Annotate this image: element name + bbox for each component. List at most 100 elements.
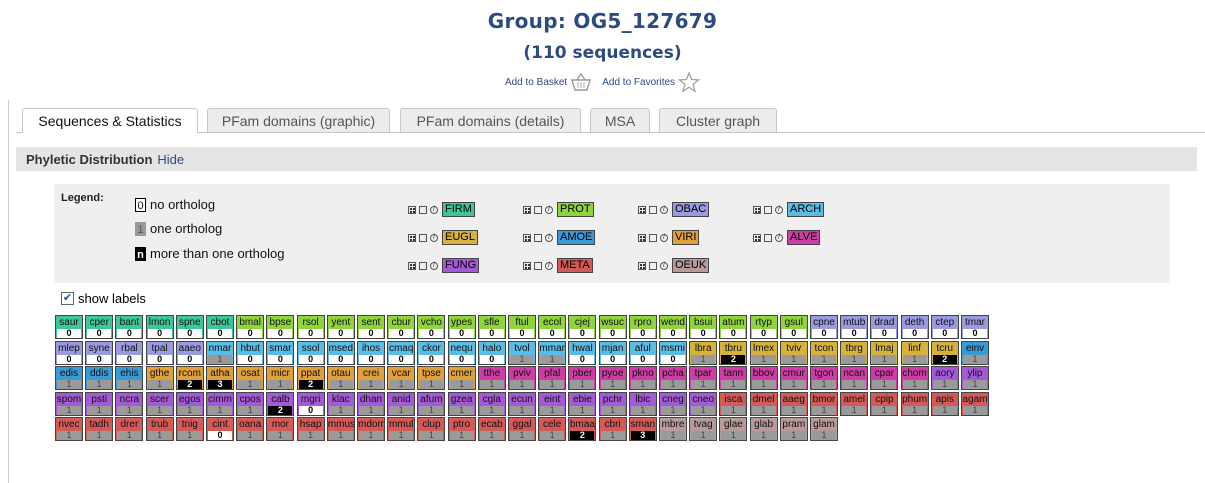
- taxon-cell-mor[interactable]: mor 1: [266, 417, 295, 441]
- taxon-cell-tpse[interactable]: tpse 1: [417, 366, 446, 390]
- select-none-icon[interactable]: [649, 205, 657, 214]
- taxon-cell-ggal[interactable]: ggal 1: [508, 417, 536, 441]
- taxon-cell-tcon[interactable]: tcon 1: [810, 340, 838, 365]
- taxon-cell-agam[interactable]: agam 1: [961, 391, 989, 416]
- select-all-icon[interactable]: [638, 261, 646, 270]
- taxon-cell-linf[interactable]: linf 1: [900, 340, 929, 365]
- select-all-icon[interactable]: [753, 233, 761, 242]
- add-to-basket-button[interactable]: Add to Basket: [505, 72, 592, 92]
- taxon-cell-pyoe[interactable]: pyoe 1: [598, 366, 627, 390]
- taxon-cell-tnig[interactable]: tnig 1: [175, 417, 204, 441]
- taxon-cell-calb[interactable]: calb 2: [266, 391, 295, 416]
- select-all-icon[interactable]: [523, 261, 531, 270]
- select-none-icon[interactable]: [419, 261, 427, 270]
- taxon-cell-aaeo[interactable]: aaeo 0: [175, 340, 204, 365]
- taxon-cell-vcar[interactable]: vcar 1: [387, 366, 416, 390]
- taxon-cell-tbru[interactable]: tbru 2: [719, 340, 748, 365]
- taxon-cell-ylip[interactable]: ylip 1: [961, 366, 989, 390]
- taxon-cell-tvag[interactable]: tvag 1: [689, 417, 718, 441]
- taxon-cell-hsap[interactable]: hsap 1: [296, 417, 325, 441]
- taxon-cell-mmul[interactable]: mmul 1: [387, 417, 416, 441]
- select-all-icon[interactable]: [408, 261, 416, 270]
- taxon-cell-cpar[interactable]: cpar 1: [870, 366, 899, 390]
- taxon-cell-ftul[interactable]: ftul 0: [508, 315, 536, 339]
- taxon-cell-chom[interactable]: chom 1: [900, 366, 929, 390]
- taxon-cell-lmon[interactable]: lmon 0: [145, 315, 174, 339]
- taxon-cell-cbri[interactable]: cbri 1: [598, 417, 627, 441]
- taxon-cell-nvec[interactable]: nvec 1: [55, 417, 83, 441]
- taxon-cell-tcru[interactable]: tcru 2: [930, 340, 959, 365]
- taxon-cell-nmar[interactable]: nmar 1: [206, 340, 234, 365]
- select-all-icon[interactable]: [408, 233, 416, 242]
- taxon-cell-cneo[interactable]: cneo 1: [689, 391, 718, 416]
- taxon-cell-cgla[interactable]: cgla 1: [477, 391, 506, 416]
- exclude-icon[interactable]: /: [660, 261, 668, 270]
- taxon-cell-atha[interactable]: atha 3: [206, 366, 234, 390]
- taxon-cell-gsul[interactable]: gsul 0: [779, 315, 808, 339]
- taxon-cell-mdom[interactable]: mdom 1: [357, 417, 385, 441]
- taxon-cell-oana[interactable]: oana 1: [236, 417, 265, 441]
- taxon-cell-tviv[interactable]: tviv 1: [779, 340, 808, 365]
- taxon-cell-cpos[interactable]: cpos 1: [236, 391, 265, 416]
- taxon-cell-tthe[interactable]: tthe 1: [477, 366, 506, 390]
- exclude-icon[interactable]: /: [775, 233, 783, 242]
- taxon-cell-tpar[interactable]: tpar 1: [689, 366, 718, 390]
- taxon-cell-aful[interactable]: aful 0: [628, 340, 657, 365]
- taxon-cell-mmus[interactable]: mmus 1: [326, 417, 355, 441]
- exclude-icon[interactable]: /: [430, 261, 438, 270]
- taxon-cell-hbut[interactable]: hbut 0: [236, 340, 265, 365]
- taxon-cell-aaeg[interactable]: aaeg 1: [779, 391, 808, 416]
- taxon-cell-rsol[interactable]: rsol 0: [296, 315, 325, 339]
- taxon-cell-syne[interactable]: syne 0: [85, 340, 114, 365]
- select-none-icon[interactable]: [649, 233, 657, 242]
- taxon-cell-glam[interactable]: glam 1: [810, 417, 838, 441]
- taxon-cell-hwal[interactable]: hwal 0: [568, 340, 597, 365]
- taxon-cell-ssol[interactable]: ssol 0: [296, 340, 325, 365]
- taxon-cell-wend[interactable]: wend 0: [659, 315, 687, 339]
- taxon-cell-einv[interactable]: einv 1: [961, 340, 989, 365]
- taxon-cell-isca[interactable]: isca 1: [719, 391, 748, 416]
- taxon-cell-clup[interactable]: clup 1: [417, 417, 446, 441]
- taxon-cell-cimm[interactable]: cimm 1: [206, 391, 234, 416]
- taxon-cell-phum[interactable]: phum 1: [900, 391, 929, 416]
- select-all-icon[interactable]: [638, 205, 646, 214]
- taxon-cell-cpip[interactable]: cpip 1: [870, 391, 899, 416]
- taxon-cell-ppat[interactable]: ppat 2: [296, 366, 325, 390]
- taxon-cell-cneg[interactable]: cneg 1: [659, 391, 687, 416]
- taxon-cell-msmi[interactable]: msmi 0: [659, 340, 687, 365]
- taxon-cell-tbrg[interactable]: tbrg 1: [840, 340, 869, 365]
- taxon-cell-mtub[interactable]: mtub 0: [840, 315, 869, 339]
- show-labels-toggle[interactable]: ✔ show labels: [61, 291, 146, 306]
- taxon-cell-gzea[interactable]: gzea 1: [447, 391, 476, 416]
- select-none-icon[interactable]: [764, 233, 772, 242]
- tab-pfam-details[interactable]: PFam domains (details): [400, 108, 581, 132]
- taxon-cell-ecab[interactable]: ecab 1: [477, 417, 506, 441]
- tab-pfam-graphic[interactable]: PFam domains (graphic): [207, 108, 390, 132]
- select-none-icon[interactable]: [764, 205, 772, 214]
- taxon-cell-tadh[interactable]: tadh 1: [85, 417, 114, 441]
- taxon-cell-ebie[interactable]: ebie 1: [568, 391, 597, 416]
- taxon-cell-spom[interactable]: spom 1: [55, 391, 83, 416]
- taxon-cell-ckor[interactable]: ckor 0: [417, 340, 446, 365]
- taxon-cell-tpal[interactable]: tpal 0: [145, 340, 174, 365]
- taxon-cell-ptro[interactable]: ptro 1: [447, 417, 476, 441]
- taxon-cell-ehis[interactable]: ehis 1: [115, 366, 144, 390]
- taxon-cell-bsui[interactable]: bsui 0: [689, 315, 718, 339]
- taxon-cell-anid[interactable]: anid 1: [387, 391, 416, 416]
- taxon-cell-mgri[interactable]: mgri 0: [296, 391, 325, 416]
- taxon-cell-wsuc[interactable]: wsuc 0: [598, 315, 627, 339]
- taxon-cell-pfal[interactable]: pfal 1: [538, 366, 567, 390]
- tab-msa[interactable]: MSA: [590, 108, 650, 132]
- taxon-cell-bmaa[interactable]: bmaa 2: [568, 417, 597, 441]
- exclude-icon[interactable]: /: [775, 205, 783, 214]
- taxon-cell-mjan[interactable]: mjan 0: [598, 340, 627, 365]
- taxon-cell-saur[interactable]: saur 0: [55, 315, 83, 339]
- exclude-icon[interactable]: /: [545, 261, 553, 270]
- taxon-cell-sfle[interactable]: sfle 0: [477, 315, 506, 339]
- taxon-cell-bmal[interactable]: bmal 0: [236, 315, 265, 339]
- taxon-cell-egos[interactable]: egos 1: [175, 391, 204, 416]
- taxon-cell-deth[interactable]: deth 0: [900, 315, 929, 339]
- taxon-cell-tann[interactable]: tann 1: [719, 366, 748, 390]
- show-labels-checkbox[interactable]: ✔: [61, 292, 74, 305]
- select-none-icon[interactable]: [534, 261, 542, 270]
